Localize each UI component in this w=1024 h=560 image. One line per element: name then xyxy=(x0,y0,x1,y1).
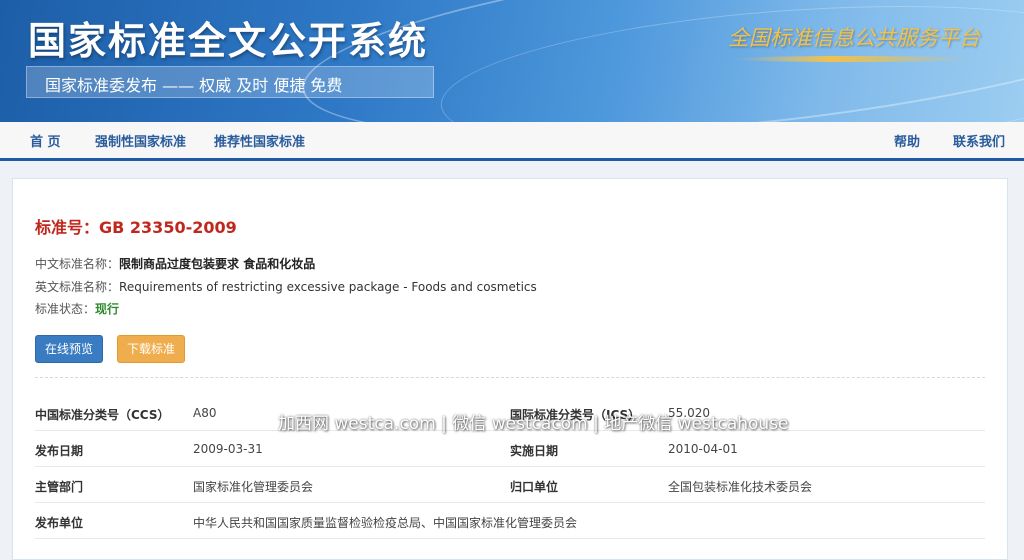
watermark-text: 加西网 westca.com | 微信 westcacom | 地产微信 wes… xyxy=(278,414,789,434)
nav-mandatory-standards[interactable]: 强制性国家标准 xyxy=(95,131,186,150)
detail-row: 发布日期 2009-03-31 实施日期 2010-04-01 xyxy=(35,431,985,467)
standard-detail-card: 标准号：GB 23350-2009 中文标准名称：限制商品过度包装要求 食品和化… xyxy=(12,178,1008,560)
nav-home[interactable]: 首 页 xyxy=(30,131,61,150)
implement-date-value: 2010-04-01 xyxy=(668,442,738,456)
main-nav: 首 页 强制性国家标准 推荐性国家标准 帮助 联系我们 xyxy=(0,122,1024,161)
authority-label: 主管部门 xyxy=(35,480,84,494)
ccs-value: A80 xyxy=(193,406,217,420)
status-badge: 现行 xyxy=(95,302,120,316)
standard-number: 标准号：GB 23350-2009 xyxy=(35,214,237,238)
platform-underline-decoration xyxy=(735,56,975,62)
owner-unit-label: 归口单位 xyxy=(510,480,559,494)
status-line: 标准状态：现行 xyxy=(35,300,119,317)
en-name-label: 英文标准名称： xyxy=(35,280,120,294)
issuer-value: 中华人民共和国国家质量监督检验检疫总局、中国国家标准化管理委员会 xyxy=(193,516,578,530)
standard-number-value: GB 23350-2009 xyxy=(99,218,237,237)
en-name-line: 英文标准名称：Requirements of restricting exces… xyxy=(35,278,537,295)
cn-name-label: 中文标准名称： xyxy=(35,257,120,271)
site-title: 国家标准全文公开系统 xyxy=(28,19,429,63)
nav-contact[interactable]: 联系我们 xyxy=(953,131,1005,150)
en-name-value: Requirements of restricting excessive pa… xyxy=(119,280,537,294)
publish-date-value: 2009-03-31 xyxy=(193,442,263,456)
issuer-label: 发布单位 xyxy=(35,516,84,530)
nav-recommended-standards[interactable]: 推荐性国家标准 xyxy=(214,131,305,150)
publish-date-label: 发布日期 xyxy=(35,444,84,458)
cn-name-value: 限制商品过度包装要求 食品和化妆品 xyxy=(119,257,316,271)
online-preview-button[interactable]: 在线预览 xyxy=(35,335,104,363)
nav-help[interactable]: 帮助 xyxy=(894,131,920,150)
ccs-label: 中国标准分类号（CCS） xyxy=(35,408,170,422)
slogan-text: 国家标准委发布 —— 权威 及时 便捷 免费 xyxy=(45,76,343,95)
platform-logo-text: 全国标准信息公共服务平台 xyxy=(728,26,980,50)
cn-name-line: 中文标准名称：限制商品过度包装要求 食品和化妆品 xyxy=(35,255,315,272)
download-standard-button[interactable]: 下载标准 xyxy=(117,335,186,363)
site-banner: 国家标准全文公开系统 国家标准委发布 —— 权威 及时 便捷 免费 全国标准信息… xyxy=(0,0,1024,122)
owner-unit-value: 全国包装标准化技术委员会 xyxy=(668,480,813,494)
slogan-bar: 国家标准委发布 —— 权威 及时 便捷 免费 xyxy=(26,66,434,98)
implement-date-label: 实施日期 xyxy=(510,444,559,458)
section-divider xyxy=(35,377,985,378)
standard-number-label: 标准号： xyxy=(35,218,100,237)
detail-row: 主管部门 国家标准化管理委员会 归口单位 全国包装标准化技术委员会 xyxy=(35,467,985,503)
authority-value: 国家标准化管理委员会 xyxy=(193,480,314,494)
detail-row: 发布单位 中华人民共和国国家质量监督检验检疫总局、中国国家标准化管理委员会 xyxy=(35,503,985,539)
status-label: 标准状态： xyxy=(35,302,96,316)
